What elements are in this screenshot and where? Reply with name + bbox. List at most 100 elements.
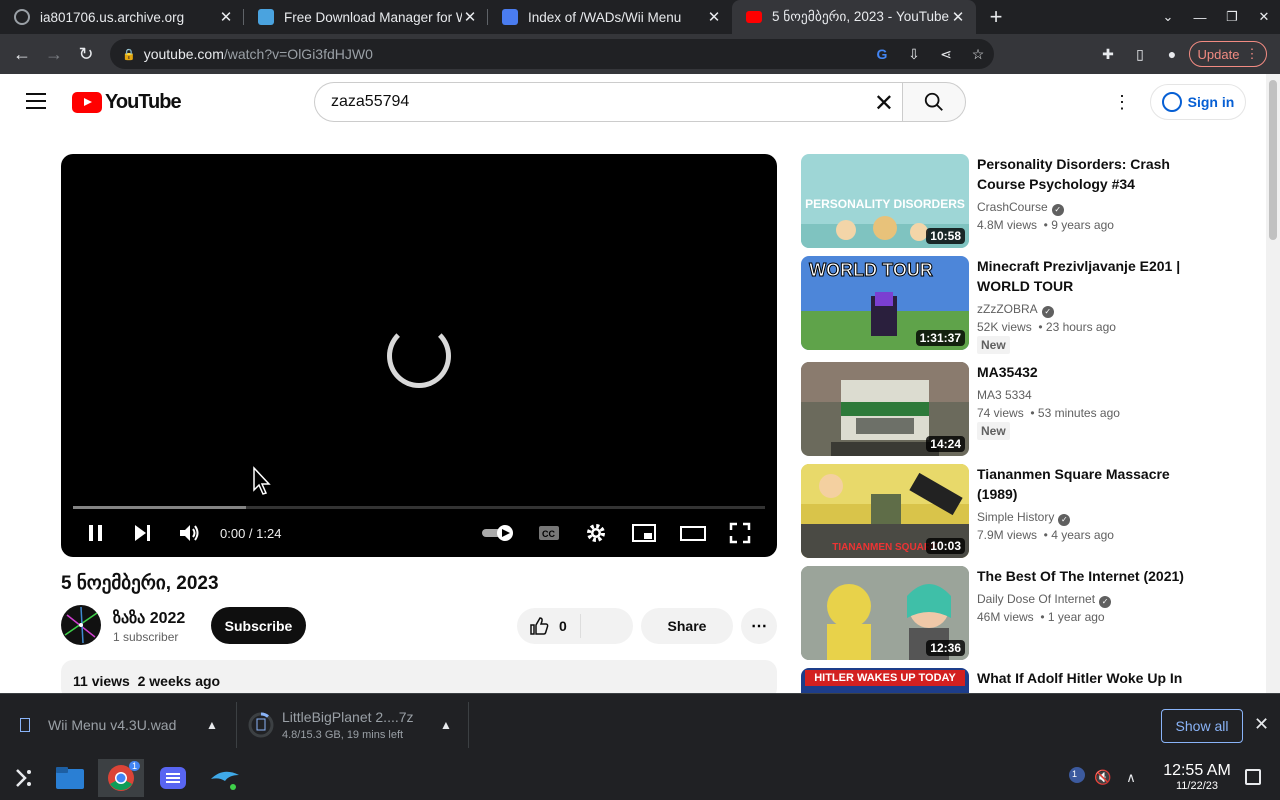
minimize-icon[interactable]: — — [1184, 10, 1216, 25]
video-title[interactable]: Personality Disorders: Crash Course Psyc… — [977, 154, 1187, 194]
chevron-up-icon[interactable]: ▲ — [440, 718, 452, 732]
chrome-taskbar-icon[interactable]: 1 — [98, 759, 144, 797]
video-title[interactable]: The Best Of The Internet (2021) — [977, 566, 1187, 586]
close-tab-icon[interactable]: ✕ — [950, 8, 966, 26]
video-meta: 7.9M views • 4 years ago — [977, 528, 1114, 542]
channel-name[interactable]: Daily Dose Of Internet — [977, 592, 1095, 606]
video-thumbnail[interactable]: WORLD TOUR 1:31:37 — [801, 256, 969, 350]
dolphin-emulator-icon[interactable] — [202, 759, 248, 797]
download-item[interactable]: LittleBigPlanet 2....7z 4.8/15.3 GB, 19 … — [248, 694, 462, 756]
file-manager-icon[interactable] — [47, 759, 93, 797]
like-dislike-group: 0 — [517, 608, 633, 644]
omnibox-icons: G ⇩ ⋖ ☆ — [866, 39, 994, 69]
show-all-downloads-button[interactable]: Show all — [1161, 709, 1243, 743]
share-button[interactable]: Share — [641, 608, 733, 644]
related-video[interactable]: 12:36 The Best Of The Internet (2021) Da… — [801, 566, 1221, 660]
search-input[interactable]: zaza55794 ✕ — [314, 82, 902, 122]
video-player[interactable]: 0:00 / 1:24 CC — [61, 154, 777, 557]
back-icon[interactable]: ← — [6, 44, 38, 65]
volume-muted-icon[interactable]: 🔇 — [1088, 769, 1118, 786]
video-thumbnail[interactable]: HITLER WAKES UP TODAY — [801, 668, 969, 693]
download-item[interactable]: Wii Menu v4.3U.wad ▲ — [20, 694, 232, 756]
tab-wads[interactable]: Index of /WADs/Wii Menu ✕ — [488, 0, 732, 34]
theater-mode-button[interactable] — [680, 518, 706, 548]
clear-search-icon[interactable]: ✕ — [874, 89, 894, 118]
fullscreen-button[interactable] — [729, 518, 751, 548]
video-meta: 4.8M views • 9 years ago — [977, 218, 1114, 232]
youtube-logo[interactable]: YouTube — [72, 91, 182, 114]
autoplay-toggle[interactable] — [481, 518, 515, 548]
sign-in-button[interactable]: Sign in — [1150, 84, 1246, 120]
video-thumbnail[interactable]: 12:36 — [801, 566, 969, 660]
channel-name[interactable]: zZzZOBRA — [977, 302, 1038, 316]
tab-youtube[interactable]: 5 ნოემბერი, 2023 - YouTube ✕ — [732, 0, 976, 34]
more-actions-icon[interactable]: ⋯ — [741, 608, 777, 644]
related-video[interactable]: TIANANMEN SQUARE 10:03 Tiananmen Square … — [801, 464, 1221, 558]
install-icon[interactable]: ⇩ — [898, 46, 930, 63]
video-thumbnail[interactable]: TIANANMEN SQUARE 10:03 — [801, 464, 969, 558]
channel-name[interactable]: Simple History — [977, 510, 1054, 524]
bookmark-star-icon[interactable]: ☆ — [962, 46, 994, 63]
scrollbar-thumb[interactable] — [1269, 80, 1277, 240]
reload-icon[interactable]: ↻ — [70, 44, 102, 65]
video-thumbnail[interactable]: PERSONALITY DISORDERS 10:58 — [801, 154, 969, 248]
subscribe-button[interactable]: Subscribe — [211, 607, 306, 644]
channel-name[interactable]: ზაზა 2022 — [113, 608, 185, 628]
video-meta: 74 views • 53 minutes ago — [977, 406, 1120, 420]
mouse-cursor-icon — [253, 466, 271, 495]
close-downloads-icon[interactable]: ✕ — [1254, 714, 1269, 735]
video-thumbnail[interactable]: 14:24 — [801, 362, 969, 456]
pause-button[interactable] — [85, 518, 107, 548]
share-icon[interactable]: ⋖ — [930, 46, 962, 63]
tab-search-icon[interactable]: ⌄ — [1152, 9, 1184, 25]
clock[interactable]: 12:55 AM 11/22/23 — [1150, 762, 1244, 792]
settings-button[interactable] — [585, 518, 607, 548]
close-window-icon[interactable]: ✕ — [1248, 9, 1280, 25]
video-title[interactable]: What If Adolf Hitler Woke Up In — [977, 668, 1187, 688]
forward-icon[interactable]: → — [38, 44, 70, 65]
dislike-button[interactable] — [581, 608, 633, 644]
close-tab-icon[interactable]: ✕ — [218, 8, 234, 26]
volume-button[interactable] — [178, 518, 202, 548]
steam-tray-icon[interactable]: 1 — [1066, 767, 1088, 788]
address-bar[interactable]: 🔒 youtube.com/watch?v=OlGi3fdHJW0 G ⇩ ⋖ … — [110, 39, 994, 69]
volume-icon — [180, 525, 199, 541]
restore-icon[interactable]: ❐ — [1216, 9, 1248, 25]
extensions-icon[interactable]: ✚ — [1092, 46, 1124, 63]
related-video[interactable]: PERSONALITY DISORDERS 10:58 Personality … — [801, 154, 1221, 248]
video-title[interactable]: MA35432 — [977, 362, 1187, 382]
progress-bar[interactable] — [73, 506, 765, 509]
hamburger-menu-icon[interactable] — [26, 93, 46, 114]
chevron-up-icon[interactable]: ▲ — [206, 718, 218, 732]
tray-chevron-icon[interactable]: ∧ — [1118, 770, 1144, 786]
captions-button[interactable]: CC — [538, 518, 560, 548]
settings-kebab-icon[interactable]: ⋮ — [1112, 90, 1132, 114]
search-button[interactable] — [902, 82, 966, 122]
side-panel-icon[interactable]: ▯ — [1124, 46, 1156, 63]
discord-icon[interactable] — [150, 759, 196, 797]
tab-title: ia801706.us.archive.org — [40, 9, 185, 25]
related-video[interactable]: WORLD TOUR 1:31:37 Minecraft Prezivljava… — [801, 256, 1221, 354]
update-button[interactable]: Update ⋮ — [1189, 41, 1267, 67]
related-video[interactable]: HITLER WAKES UP TODAY What If Adolf Hitl… — [801, 668, 1221, 693]
channel-name[interactable]: CrashCourse — [977, 200, 1048, 214]
related-video[interactable]: 14:24 MA35432 MA3 5334 74 views • 53 min… — [801, 362, 1221, 456]
new-tab-button[interactable]: + — [976, 0, 1016, 34]
like-button[interactable]: 0 — [517, 614, 581, 638]
miniplayer-button[interactable] — [632, 518, 656, 548]
app-launcher-icon[interactable] — [0, 759, 46, 797]
google-icon[interactable]: G — [866, 46, 898, 62]
video-title[interactable]: Tiananmen Square Massacre (1989) — [977, 464, 1187, 504]
clock-date: 11/22/23 — [1175, 780, 1218, 792]
channel-avatar[interactable] — [61, 605, 101, 645]
video-title[interactable]: Minecraft Prezivljavanje E201 | WORLD TO… — [977, 256, 1187, 296]
show-desktop-icon[interactable] — [1245, 769, 1261, 785]
tab-archive[interactable]: ia801706.us.archive.org ✕ — [0, 0, 244, 34]
next-button[interactable] — [131, 518, 153, 548]
views-and-date: 11 views 2 weeks ago — [73, 673, 221, 689]
close-tab-icon[interactable]: ✕ — [706, 8, 722, 26]
tab-fdm[interactable]: Free Download Manager for Windows ✕ — [244, 0, 488, 34]
profile-icon[interactable]: ● — [1156, 46, 1188, 62]
close-tab-icon[interactable]: ✕ — [462, 8, 478, 26]
channel-name[interactable]: MA3 5334 — [977, 386, 1032, 404]
